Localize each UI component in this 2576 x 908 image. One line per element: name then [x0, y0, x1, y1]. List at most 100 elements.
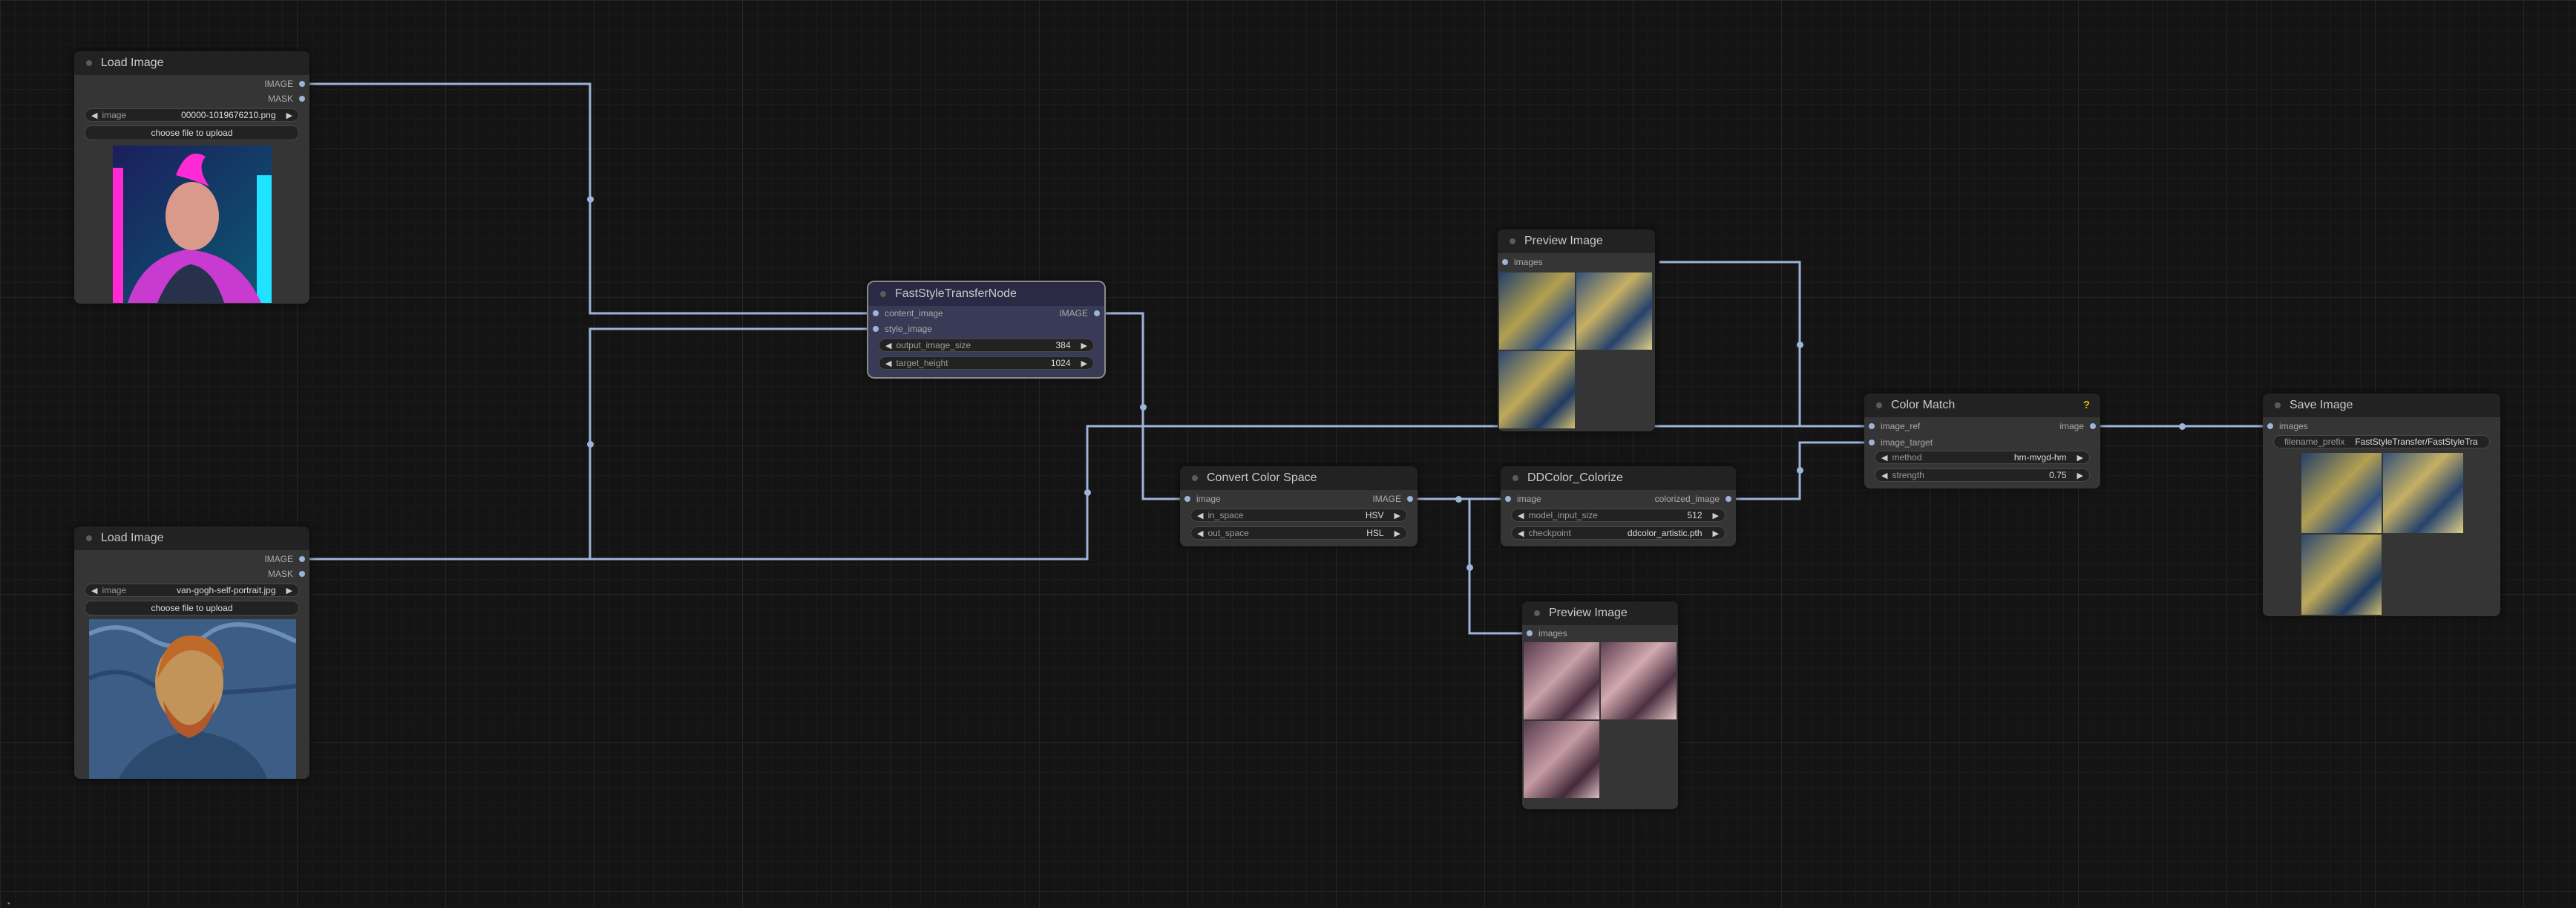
target-height-widget[interactable]: ◀ target_height 1024 ▶ — [879, 356, 1094, 370]
result-preview[interactable] — [1601, 642, 1677, 719]
collapse-dot-icon[interactable] — [880, 291, 886, 297]
output-pin[interactable] — [2090, 423, 2096, 429]
output-slot-colorized-image[interactable]: colorized_image — [1655, 493, 1731, 505]
filename-prefix-field[interactable]: filename_prefix FastStyleTransfer/FastSt… — [2273, 435, 2490, 448]
collapse-dot-icon[interactable] — [86, 60, 92, 66]
result-preview[interactable] — [2301, 535, 2382, 615]
output-slot-image[interactable]: image — [2059, 420, 2096, 432]
arrow-left-icon[interactable]: ◀ — [1881, 471, 1887, 480]
output-slot-mask[interactable]: MASK — [268, 568, 305, 580]
input-slot-image-target[interactable]: image_target — [1869, 437, 1933, 448]
reroute-dot[interactable] — [1466, 564, 1473, 571]
arrow-right-icon[interactable]: ▶ — [1713, 529, 1719, 538]
ddcolor-colorize-node[interactable]: DDColor_Colorize image colorized_image ◀… — [1501, 466, 1736, 546]
arrow-left-icon[interactable]: ◀ — [1518, 529, 1524, 538]
load-image-node[interactable]: Load Image IMAGE MASK ◀ image van-gogh-s… — [74, 526, 309, 779]
result-preview[interactable] — [2301, 453, 2382, 533]
arrow-left-icon[interactable]: ◀ — [1518, 511, 1524, 520]
preview-image-node[interactable]: Preview Image images — [1498, 229, 1655, 431]
reroute-dot[interactable] — [1797, 467, 1803, 474]
node-header[interactable]: Convert Color Space — [1180, 466, 1418, 490]
output-pin[interactable] — [1725, 496, 1731, 502]
node-header[interactable]: Save Image — [2263, 393, 2500, 417]
node-header[interactable]: DDColor_Colorize — [1501, 466, 1736, 490]
arrow-right-icon[interactable]: ▶ — [1394, 511, 1400, 520]
output-pin[interactable] — [1407, 496, 1413, 502]
node-header[interactable]: Color Match ? — [1864, 393, 2100, 417]
input-slot-images[interactable]: images — [2267, 420, 2308, 432]
reroute-dot[interactable] — [1084, 489, 1091, 496]
arrow-right-icon[interactable]: ▶ — [286, 586, 292, 595]
model-input-size-widget[interactable]: ◀ model_input_size 512 ▶ — [1511, 509, 1725, 522]
output-slot-image[interactable]: IMAGE — [264, 553, 305, 565]
collapse-dot-icon[interactable] — [1192, 475, 1198, 481]
upload-button[interactable]: choose file to upload — [85, 601, 299, 615]
output-slot-image[interactable]: IMAGE — [264, 78, 305, 90]
output-slot-mask[interactable]: MASK — [268, 93, 305, 105]
arrow-right-icon[interactable]: ▶ — [1713, 511, 1719, 520]
input-pin[interactable] — [1869, 423, 1875, 429]
convert-color-space-node[interactable]: Convert Color Space image IMAGE ◀ in_spa… — [1180, 466, 1418, 546]
output-pin[interactable] — [299, 556, 305, 562]
arrow-right-icon[interactable]: ▶ — [2077, 471, 2083, 480]
input-pin[interactable] — [1505, 496, 1511, 502]
input-pin[interactable] — [1502, 259, 1508, 265]
help-icon[interactable]: ? — [2083, 399, 2090, 411]
result-preview[interactable] — [2383, 453, 2463, 533]
output-pin[interactable] — [1094, 310, 1100, 316]
node-header[interactable]: FastStyleTransferNode — [868, 282, 1104, 306]
input-slot-image[interactable]: image — [1505, 493, 1541, 505]
reroute-dot[interactable] — [1797, 342, 1803, 348]
arrow-left-icon[interactable]: ◀ — [885, 359, 891, 368]
arrow-left-icon[interactable]: ◀ — [91, 111, 97, 120]
arrow-left-icon[interactable]: ◀ — [1881, 453, 1887, 463]
reroute-dot[interactable] — [2179, 423, 2186, 430]
arrow-right-icon[interactable]: ▶ — [1394, 529, 1400, 538]
arrow-right-icon[interactable]: ▶ — [286, 111, 292, 120]
output-pin[interactable] — [299, 571, 305, 577]
reroute-dot[interactable] — [587, 441, 594, 448]
input-pin[interactable] — [2267, 423, 2273, 429]
node-header[interactable]: Preview Image — [1498, 229, 1655, 253]
arrow-left-icon[interactable]: ◀ — [1197, 529, 1203, 538]
result-preview[interactable] — [1499, 351, 1575, 428]
collapse-dot-icon[interactable] — [1513, 475, 1518, 481]
input-pin[interactable] — [1527, 630, 1533, 636]
node-header[interactable]: Load Image — [74, 51, 309, 75]
load-image-node[interactable]: Load Image IMAGE MASK ◀ image 00000-1019… — [74, 51, 309, 304]
result-preview[interactable] — [1524, 642, 1599, 719]
output-pin[interactable] — [299, 81, 305, 87]
collapse-dot-icon[interactable] — [86, 535, 92, 541]
arrow-left-icon[interactable]: ◀ — [91, 586, 97, 595]
save-image-node[interactable]: Save Image images filename_prefix FastSt… — [2263, 393, 2500, 616]
input-slot-images[interactable]: images — [1502, 256, 1543, 268]
output-image-size-widget[interactable]: ◀ output_image_size 384 ▶ — [879, 339, 1094, 352]
method-widget[interactable]: ◀ method hm-mvgd-hm ▶ — [1875, 451, 2090, 464]
node-header[interactable]: Load Image — [74, 526, 309, 550]
arrow-left-icon[interactable]: ◀ — [885, 341, 891, 350]
arrow-right-icon[interactable]: ▶ — [1081, 359, 1087, 368]
fast-style-transfer-node[interactable]: FastStyleTransferNode content_image styl… — [867, 281, 1106, 379]
arrow-right-icon[interactable]: ▶ — [2077, 453, 2083, 463]
input-slot-content-image[interactable]: content_image — [873, 307, 943, 319]
input-pin[interactable] — [1184, 496, 1190, 502]
reroute-dot[interactable] — [1140, 404, 1147, 411]
reroute-dot[interactable] — [1455, 496, 1462, 503]
image-combo-widget[interactable]: ◀ image van-gogh-self-portrait.jpg ▶ — [85, 584, 299, 597]
input-pin[interactable] — [1869, 440, 1875, 445]
reroute-dot[interactable] — [587, 196, 594, 203]
input-slot-images[interactable]: images — [1527, 627, 1567, 639]
collapse-dot-icon[interactable] — [2275, 402, 2281, 408]
input-slot-image[interactable]: image — [1184, 493, 1221, 505]
upload-button[interactable]: choose file to upload — [85, 125, 299, 140]
result-preview[interactable] — [1576, 272, 1652, 350]
image-combo-widget[interactable]: ◀ image 00000-1019676210.png ▶ — [85, 108, 299, 122]
strength-widget[interactable]: ◀ strength 0.75 ▶ — [1875, 468, 2090, 482]
collapse-dot-icon[interactable] — [1876, 402, 1882, 408]
collapse-dot-icon[interactable] — [1534, 610, 1540, 616]
collapse-dot-icon[interactable] — [1510, 238, 1515, 244]
node-header[interactable]: Preview Image — [1522, 601, 1678, 625]
color-match-node[interactable]: Color Match ? image_ref image_target ima… — [1864, 393, 2100, 489]
arrow-left-icon[interactable]: ◀ — [1197, 511, 1203, 520]
in-space-widget[interactable]: ◀ in_space HSV ▶ — [1190, 509, 1407, 522]
